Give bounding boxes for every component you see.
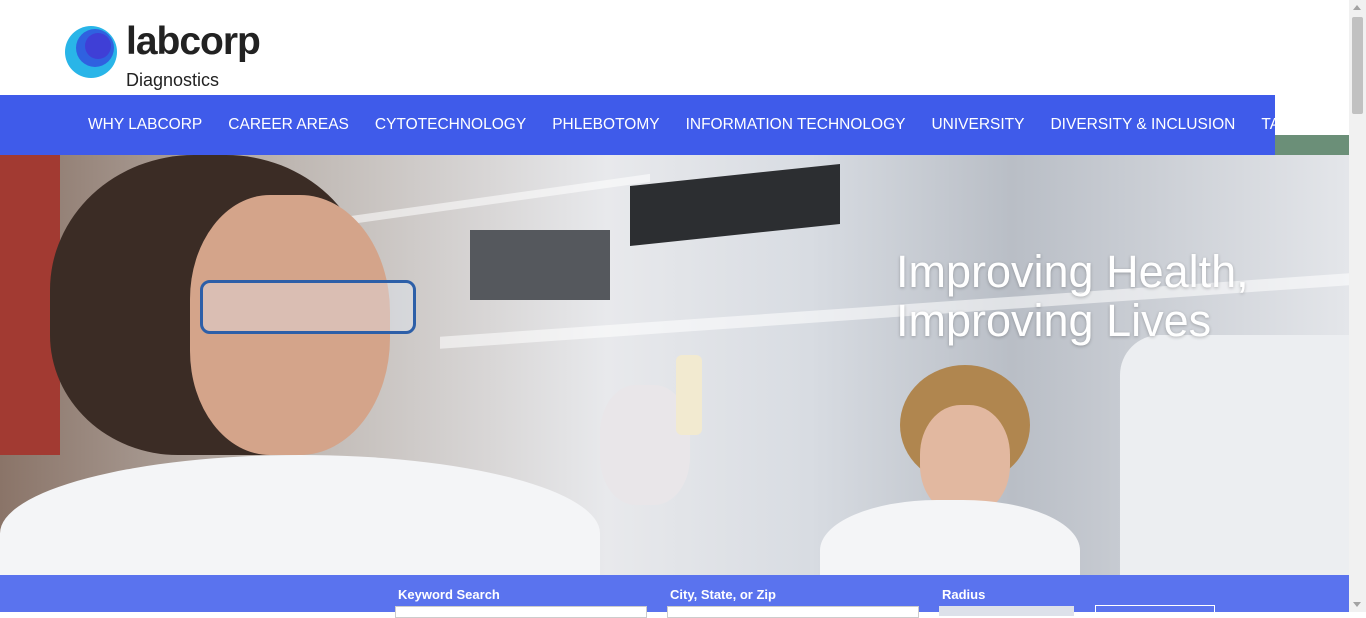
scroll-up-icon[interactable] xyxy=(1353,5,1361,10)
scrollbar-thumb[interactable] xyxy=(1352,17,1363,114)
lab-glass-shelf xyxy=(350,173,650,225)
radius-select[interactable] xyxy=(939,606,1074,616)
nav-item-cytotechnology[interactable]: CYTOTECHNOLOGY xyxy=(362,116,539,134)
nav-item-university[interactable]: UNIVERSITY xyxy=(918,116,1037,134)
hero-heading: Improving Health, Improving Lives xyxy=(896,247,1249,345)
hero-heading-line2: Improving Lives xyxy=(896,295,1212,346)
nav-item-career-areas[interactable]: CAREER AREAS xyxy=(215,116,362,134)
job-search-bar: Keyword Search City, State, or Zip Radiu… xyxy=(0,575,1349,618)
hero-image-edge xyxy=(1275,135,1349,155)
lab-shelf-bin xyxy=(630,163,840,247)
labcorp-logo[interactable]: labcorp Diagnostics xyxy=(62,20,282,94)
hero-heading-line1: Improving Health, xyxy=(896,246,1249,297)
location-label: City, State, or Zip xyxy=(670,587,776,602)
page-scrollbar[interactable] xyxy=(1349,0,1366,612)
location-input[interactable] xyxy=(667,606,919,618)
hero-banner: Improving Health, Improving Lives xyxy=(0,155,1349,612)
nav-item-diversity-inclusion[interactable]: DIVERSITY & INCLUSION xyxy=(1037,116,1248,134)
second-scientist-face xyxy=(920,405,1010,515)
labcorp-logo-icon xyxy=(65,26,117,78)
search-button[interactable] xyxy=(1095,605,1215,617)
nav-item-why-labcorp[interactable]: WHY LABCORP xyxy=(75,116,215,134)
keyword-search-input[interactable] xyxy=(395,606,647,618)
test-tube xyxy=(676,355,702,435)
lab-shelf-bin xyxy=(470,230,610,300)
logo-wordmark: labcorp xyxy=(126,20,261,63)
nav-item-information-technology[interactable]: INFORMATION TECHNOLOGY xyxy=(673,116,919,134)
scroll-down-icon[interactable] xyxy=(1353,602,1361,607)
lab-analyzer xyxy=(1120,335,1349,612)
keyword-search-label: Keyword Search xyxy=(398,587,500,602)
main-nav: WHY LABCORP CAREER AREAS CYTOTECHNOLOGY … xyxy=(0,95,1366,155)
nav-item-phlebotomy[interactable]: PHLEBOTOMY xyxy=(539,116,672,134)
radius-label: Radius xyxy=(942,587,986,602)
site-header: labcorp Diagnostics xyxy=(0,0,1349,95)
logo-subtitle: Diagnostics xyxy=(126,70,220,90)
safety-glasses xyxy=(200,280,416,334)
